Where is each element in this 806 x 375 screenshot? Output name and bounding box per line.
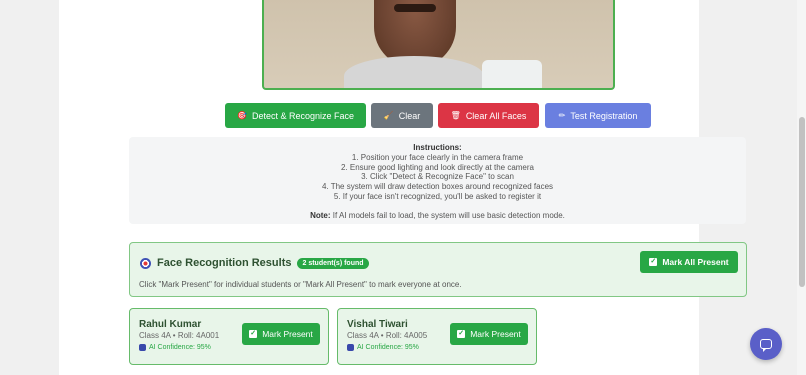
results-title: Face Recognition Results [157, 257, 292, 269]
instruction-step: 1. Position your face clearly in the cam… [351, 152, 524, 162]
broom-icon: 🧹 [383, 111, 394, 120]
student-meta: Class 4A • Roll: 4A001 [139, 331, 220, 340]
student-confidence: AI Confidence: 95% [347, 344, 419, 351]
student-name: Vishal Tiwari [347, 319, 408, 330]
robot-icon [347, 344, 354, 351]
trash-icon: 🗑 [450, 111, 461, 120]
note-text: If AI models fail to load, the system wi… [330, 210, 565, 220]
instructions-title: Instructions: [413, 143, 462, 152]
instructions-note: Note: If AI models fail to load, the sys… [129, 211, 746, 221]
mark-all-present-button[interactable]: ✓ Mark All Present [640, 251, 738, 273]
mustache-shape [394, 4, 436, 12]
recognition-results-panel: Face Recognition Results 2 student(s) fo… [129, 242, 747, 297]
instruction-step: 5. If your face isn't recognized, you'll… [333, 191, 542, 201]
instruction-step: 3. Click "Detect & Recognize Face" to sc… [361, 172, 514, 182]
clear-all-button-label: Clear All Faces [465, 110, 527, 121]
results-header: Face Recognition Results 2 student(s) fo… [140, 257, 369, 269]
pencil-icon: ✏ [558, 111, 566, 120]
mark-present-label: Mark Present [470, 329, 521, 339]
instructions-panel: Instructions: 1. Position your face clea… [129, 137, 746, 224]
student-card: Vishal Tiwari Class 4A • Roll: 4A005 AI … [337, 308, 537, 365]
mark-present-button[interactable]: ✓ Mark Present [242, 323, 320, 345]
student-name: Rahul Kumar [139, 319, 202, 330]
test-registration-button[interactable]: ✏ Test Registration [545, 103, 651, 128]
results-hint: Click "Mark Present" for individual stud… [139, 280, 462, 289]
checkbox-icon: ✓ [249, 330, 258, 338]
target-icon [140, 257, 151, 269]
student-card: Rahul Kumar Class 4A • Roll: 4A001 AI Co… [129, 308, 329, 365]
student-confidence: AI Confidence: 95% [139, 344, 211, 351]
clear-all-faces-button[interactable]: 🗑 Clear All Faces [438, 103, 539, 128]
vertical-scrollbar[interactable] [797, 0, 806, 375]
note-label: Note: [310, 210, 331, 220]
robot-icon [139, 344, 146, 351]
detect-recognize-button[interactable]: 🎯 Detect & Recognize Face [225, 103, 366, 128]
mark-present-button[interactable]: ✓ Mark Present [450, 323, 528, 345]
camera-feed [262, 0, 615, 90]
test-registration-label: Test Registration [570, 110, 638, 121]
mark-all-label: Mark All Present [662, 257, 729, 267]
chat-icon [760, 339, 772, 352]
detect-button-label: Detect & Recognize Face [251, 110, 355, 121]
confidence-text: AI Confidence: 95% [149, 344, 211, 351]
instruction-step: 4. The system will draw detection boxes … [321, 182, 554, 192]
chat-button[interactable] [750, 328, 782, 360]
camera-background-object [482, 60, 542, 88]
student-count-badge: 2 student(s) found [297, 257, 369, 269]
main-page: 🎯 Detect & Recognize Face 🧹 Clear 🗑 Clea… [59, 0, 747, 375]
target-icon: 🎯 [236, 111, 247, 120]
checkbox-icon: ✓ [649, 258, 658, 266]
clear-button-label: Clear [398, 110, 421, 121]
checkbox-icon: ✓ [457, 330, 466, 338]
instruction-step: 2. Ensure good lighting and look directl… [340, 162, 534, 172]
scrollbar-thumb[interactable] [799, 117, 805, 287]
mark-present-label: Mark Present [262, 329, 313, 339]
confidence-text: AI Confidence: 95% [357, 344, 419, 351]
student-meta: Class 4A • Roll: 4A005 [347, 331, 428, 340]
clear-button[interactable]: 🧹 Clear [371, 103, 433, 128]
camera-shirt-image [344, 56, 484, 88]
